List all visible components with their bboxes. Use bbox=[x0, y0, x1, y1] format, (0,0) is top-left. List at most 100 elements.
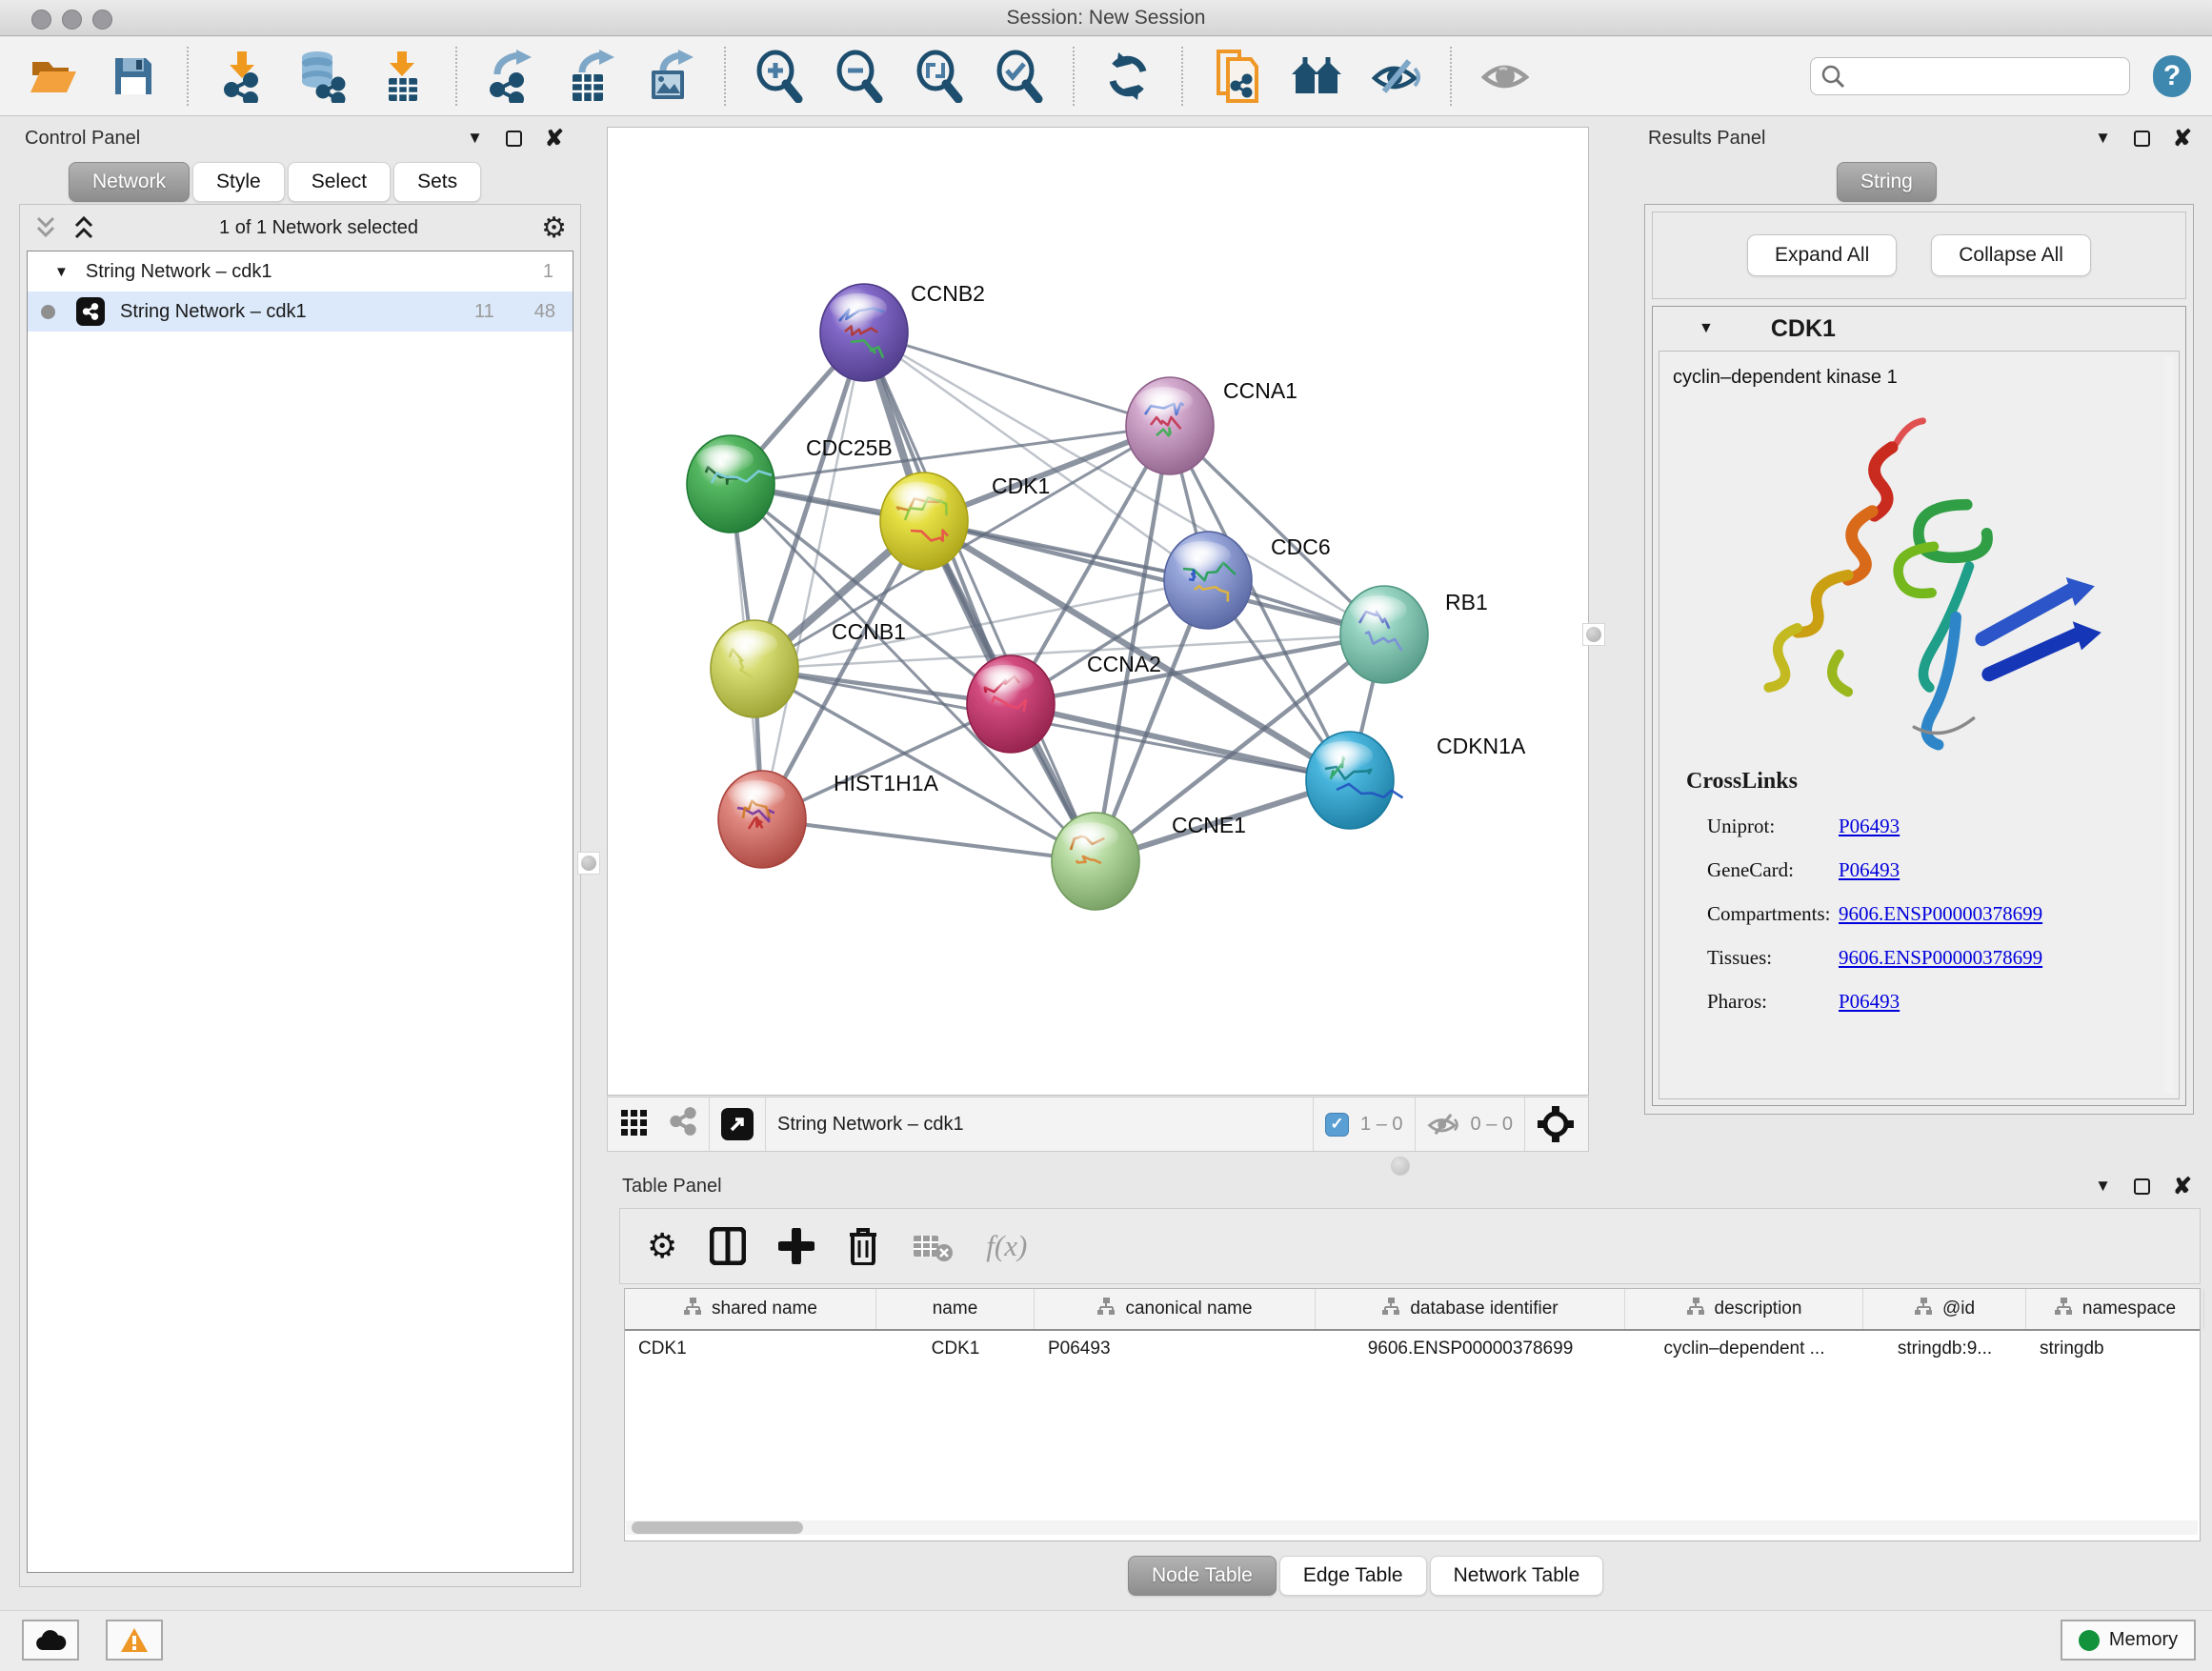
expand-all-button[interactable]: Expand All bbox=[1747, 234, 1897, 276]
network-edge-CCNB2-CCNA1[interactable] bbox=[864, 332, 1170, 426]
column-header-name[interactable]: name bbox=[876, 1289, 1035, 1329]
network-node-HIST1H1A[interactable] bbox=[718, 771, 806, 868]
tab-network[interactable]: Network bbox=[69, 162, 190, 202]
tab-edge-table[interactable]: Edge Table bbox=[1279, 1556, 1427, 1596]
network-options-gear-icon[interactable]: ⚙ bbox=[541, 211, 567, 245]
network-node-CDC6[interactable] bbox=[1164, 532, 1252, 629]
control-panel-close-icon[interactable]: ✘ bbox=[545, 131, 564, 147]
network-edge-CCNA2-CDKN1A[interactable] bbox=[1011, 704, 1350, 780]
selected-items-checkbox[interactable]: ✓ bbox=[1325, 1113, 1349, 1137]
column-header-namespace[interactable]: namespace bbox=[2026, 1289, 2204, 1329]
crosslink-link[interactable]: 9606.ENSP00000378699 bbox=[1839, 902, 2042, 926]
crosslink-link[interactable]: P06493 bbox=[1839, 858, 1900, 882]
save-session-icon[interactable] bbox=[103, 45, 164, 108]
network-node-CCNB2[interactable] bbox=[820, 284, 908, 381]
help-icon[interactable]: ? bbox=[2153, 55, 2191, 97]
table-cell[interactable]: stringdb:9... bbox=[1863, 1339, 2026, 1359]
tab-select[interactable]: Select bbox=[288, 162, 391, 202]
warning-status-button[interactable] bbox=[106, 1620, 163, 1661]
table-cell[interactable]: CDK1 bbox=[876, 1339, 1035, 1359]
results-panel-close-icon[interactable]: ✘ bbox=[2173, 131, 2192, 147]
column-header-@id[interactable]: @id bbox=[1863, 1289, 2026, 1329]
network-edge-CCNA1-CDC25B[interactable] bbox=[731, 426, 1170, 484]
table-row[interactable]: CDK1CDK1P064939606.ENSP00000378699cyclin… bbox=[625, 1331, 2200, 1367]
network-node-CDC25B[interactable] bbox=[687, 435, 774, 533]
import-network-file-icon[interactable] bbox=[211, 45, 272, 108]
delete-column-trash-icon[interactable] bbox=[847, 1227, 879, 1265]
network-node-CCNE1[interactable] bbox=[1052, 813, 1139, 910]
tab-network-table[interactable]: Network Table bbox=[1430, 1556, 1604, 1596]
search-input[interactable] bbox=[1845, 66, 2112, 87]
zoom-selected-icon[interactable] bbox=[989, 45, 1050, 108]
right-splitter-handle[interactable] bbox=[1582, 623, 1605, 646]
network-node-CCNB1[interactable] bbox=[711, 620, 798, 717]
crosslink-link[interactable]: P06493 bbox=[1839, 990, 1900, 1014]
network-row-selected[interactable]: String Network – cdk1 11 48 bbox=[28, 292, 573, 332]
gene-collapse-icon[interactable]: ▼ bbox=[1699, 320, 1714, 337]
network-collection-row[interactable]: ▼ String Network – cdk1 1 bbox=[28, 252, 573, 292]
expand-all-chevron-icon[interactable] bbox=[71, 215, 96, 240]
window-close-icon[interactable] bbox=[31, 10, 51, 30]
column-header-database-identifier[interactable]: database identifier bbox=[1316, 1289, 1625, 1329]
network-edge-HIST1H1A-CCNE1[interactable] bbox=[762, 819, 1096, 861]
delete-table-icon[interactable] bbox=[912, 1230, 954, 1262]
table-settings-gear-icon[interactable]: ⚙ bbox=[647, 1226, 677, 1266]
control-panel-float-icon[interactable] bbox=[506, 131, 522, 147]
table-cell[interactable]: cyclin–dependent ... bbox=[1625, 1339, 1863, 1359]
window-zoom-icon[interactable] bbox=[92, 10, 112, 30]
function-builder-icon[interactable]: f(x) bbox=[986, 1229, 1027, 1263]
table-cell[interactable]: stringdb bbox=[2026, 1339, 2204, 1359]
hidden-items-eye-slash-icon[interactable] bbox=[1427, 1111, 1459, 1137]
zoom-in-icon[interactable] bbox=[749, 45, 810, 108]
export-network-icon[interactable] bbox=[480, 45, 541, 108]
network-node-CDKN1A[interactable] bbox=[1306, 732, 1403, 829]
add-column-plus-icon[interactable] bbox=[778, 1228, 814, 1264]
table-cell[interactable]: P06493 bbox=[1035, 1339, 1316, 1359]
refresh-icon[interactable] bbox=[1097, 45, 1158, 108]
level-of-detail-eye-icon[interactable] bbox=[1475, 45, 1536, 108]
crosslink-link[interactable]: 9606.ENSP00000378699 bbox=[1839, 946, 2042, 970]
results-scrollbar-track[interactable] bbox=[2164, 356, 2174, 1094]
column-header-description[interactable]: description bbox=[1625, 1289, 1863, 1329]
open-file-icon[interactable] bbox=[23, 45, 84, 108]
export-image-icon[interactable] bbox=[640, 45, 701, 108]
clone-network-icon[interactable] bbox=[1206, 45, 1267, 108]
table-panel-menu-icon[interactable]: ▼ bbox=[2095, 1177, 2111, 1196]
collapse-all-button[interactable]: Collapse All bbox=[1931, 234, 2091, 276]
table-panel-float-icon[interactable] bbox=[2134, 1178, 2150, 1195]
grid-view-icon[interactable] bbox=[619, 1106, 650, 1142]
control-panel-menu-icon[interactable]: ▼ bbox=[467, 129, 483, 148]
network-canvas[interactable]: CCNB2CCNA1CDC25BCDK1CDC6RB1CCNB1CCNA2CDK… bbox=[607, 127, 1589, 1096]
results-panel-menu-icon[interactable]: ▼ bbox=[2095, 129, 2111, 148]
table-panel-close-icon[interactable]: ✘ bbox=[2173, 1178, 2192, 1195]
collection-expand-icon[interactable]: ▼ bbox=[54, 264, 69, 280]
tab-sets[interactable]: Sets bbox=[393, 162, 481, 202]
table-horizontal-scrollbar[interactable] bbox=[626, 1520, 2198, 1535]
import-table-file-icon[interactable] bbox=[372, 45, 432, 108]
network-node-CDK1[interactable] bbox=[880, 473, 968, 570]
scrollbar-thumb[interactable] bbox=[632, 1521, 803, 1534]
network-node-CCNA2[interactable] bbox=[967, 655, 1055, 753]
table-cell[interactable]: CDK1 bbox=[625, 1339, 876, 1359]
hide-selected-eye-slash-icon[interactable] bbox=[1366, 45, 1427, 108]
memory-button[interactable]: Memory bbox=[2061, 1620, 2196, 1661]
cloud-status-button[interactable] bbox=[22, 1620, 79, 1661]
network-node-RB1[interactable] bbox=[1340, 586, 1428, 683]
tab-string[interactable]: String bbox=[1837, 162, 1937, 202]
export-table-icon[interactable] bbox=[560, 45, 621, 108]
tab-node-table[interactable]: Node Table bbox=[1128, 1556, 1277, 1596]
import-network-database-icon[interactable] bbox=[292, 45, 352, 108]
pan-crosshair-icon[interactable] bbox=[1537, 1105, 1575, 1143]
crosslink-link[interactable]: P06493 bbox=[1839, 815, 1900, 838]
table-cell[interactable]: 9606.ENSP00000378699 bbox=[1316, 1339, 1625, 1359]
network-node-CCNA1[interactable] bbox=[1126, 377, 1214, 474]
collapse-all-chevron-icon[interactable] bbox=[33, 215, 58, 240]
tab-style[interactable]: Style bbox=[192, 162, 285, 202]
column-header-shared-name[interactable]: shared name bbox=[625, 1289, 876, 1329]
birds-eye-view-icon[interactable] bbox=[721, 1108, 754, 1140]
show-columns-icon[interactable] bbox=[710, 1227, 746, 1265]
zoom-fit-icon[interactable] bbox=[909, 45, 970, 108]
network-share-icon[interactable] bbox=[669, 1107, 697, 1141]
first-neighbors-home-icon[interactable] bbox=[1286, 45, 1347, 108]
window-minimize-icon[interactable] bbox=[62, 10, 82, 30]
